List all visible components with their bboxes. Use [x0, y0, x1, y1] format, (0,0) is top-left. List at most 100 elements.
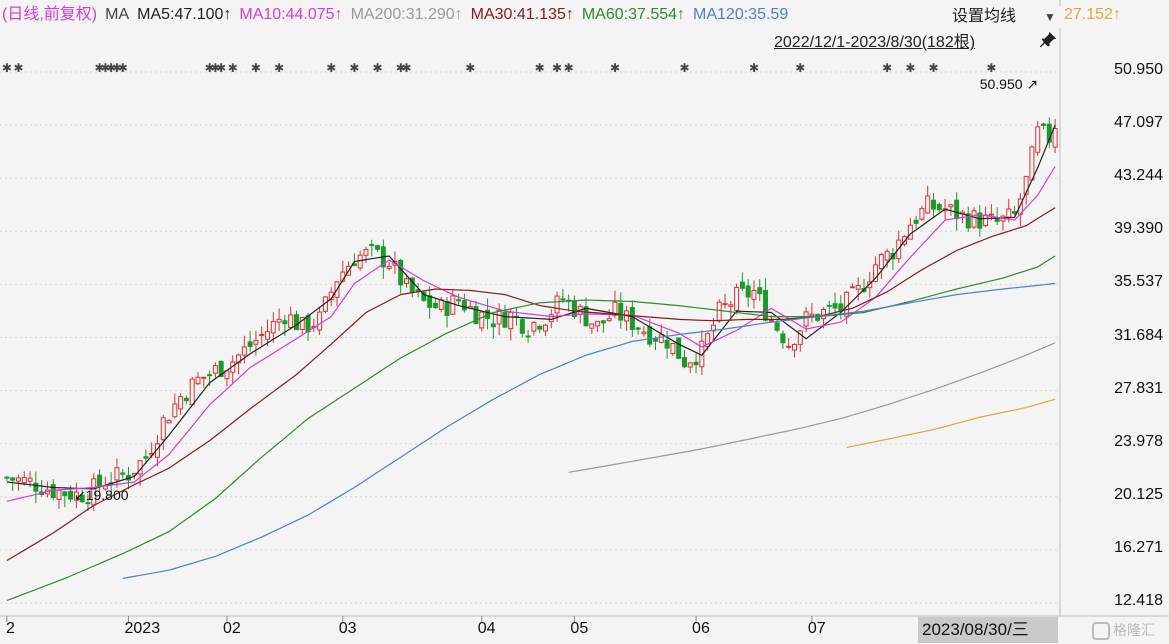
candle-body-160	[930, 199, 936, 210]
candle-body-146	[849, 286, 855, 289]
price-annotation: 50.950 ↗	[979, 76, 1039, 92]
candle-body-76	[444, 300, 450, 316]
cursor-date-badge: 2023/08/30/三	[918, 617, 1058, 643]
y-tick-label: 27.831	[1114, 379, 1163, 397]
stock-chart[interactable]: ✱ ✱ ✱ ✱ ✱ ✱ ✱ ✱ ✱ ✱ ✱ ✱ ✱ ✱ ✱ ✱ ✱ ✱ ✱ ✱ ✱ ✱ ✱ ✱ ✱ ✱ ✱ ✱ ✱ ✱ (日线,前复权) M…	[0, 0, 1169, 644]
candle-body-163	[948, 204, 954, 208]
candle-body-50	[293, 314, 299, 331]
candle-body-92	[537, 325, 543, 330]
candle-body-33	[195, 376, 201, 385]
ma200-line	[568, 342, 1056, 473]
candle-body-41	[241, 346, 247, 356]
candle-body-9	[56, 489, 62, 500]
candle-body-169	[983, 214, 989, 226]
candle-body-66	[386, 265, 392, 269]
candle-body-64	[375, 245, 381, 250]
candle-body-102	[595, 320, 601, 327]
chart-canvas[interactable]: ✱ ✱ ✱✱✱✱✱ ✱✱✱ ✱ ✱ ✱ ✱ ✱ ✱ ✱✱ ✱ ✱ ✱ ✱ ✱ ✱ ✱ ✱ ✱ ✱ ✱ ✱	[0, 0, 1169, 644]
date-range-text: 2022/12/1-2023/8/30(182根)	[774, 34, 976, 51]
candle-body-49	[288, 314, 294, 329]
event-marker-14: ✱	[349, 61, 359, 75]
candle-body-36	[212, 365, 218, 374]
y-tick-label: 12.418	[1114, 592, 1163, 609]
candle-body-84	[490, 323, 496, 328]
candle-body-144	[838, 303, 844, 312]
candle-body-61	[357, 254, 363, 269]
legend-ma30: MA30:41.135↑	[470, 6, 574, 23]
ma250-line	[846, 398, 1056, 449]
pin-icon[interactable]	[1040, 31, 1058, 49]
candle-body-3	[21, 476, 27, 484]
candle-body-5	[33, 482, 39, 492]
event-marker-23: ✱	[679, 61, 689, 75]
candle-body-134	[780, 333, 786, 344]
candle-body-142	[826, 304, 832, 307]
event-marker-27: ✱	[905, 61, 915, 75]
candle-body-85	[496, 309, 502, 325]
event-marker-17: ✱	[401, 61, 411, 75]
y-tick-label: 23.978	[1114, 432, 1163, 450]
ma30-line	[6, 207, 1056, 562]
candle-body-123	[716, 301, 722, 322]
candle-body-112	[653, 338, 659, 342]
date-range-label[interactable]: 2022/12/1-2023/8/30(182根)	[774, 32, 975, 54]
y-tick-label: 50.950	[1114, 61, 1163, 78]
ma120-line	[122, 282, 1056, 579]
candle-body-52	[305, 315, 311, 333]
candle-body-75	[438, 299, 444, 310]
y-tick-label: 31.684	[1114, 326, 1163, 344]
candle-body-132	[768, 319, 774, 322]
candle-body-141	[820, 308, 826, 320]
candle-body-178	[1035, 126, 1041, 153]
candle-body-161	[936, 203, 942, 211]
candle-body-34	[201, 376, 207, 379]
candle-body-87	[508, 311, 514, 330]
candle-body-130	[757, 287, 763, 295]
y-tick-label: 43.244	[1114, 167, 1163, 185]
candle-body-174	[1012, 211, 1018, 214]
event-marker-18: ✱	[465, 61, 475, 75]
event-marker-12: ✱	[274, 61, 284, 75]
legend-prefix: (日线,前复权)	[2, 6, 98, 23]
event-marker-20: ✱	[552, 61, 562, 75]
legend-ma10: MA10:44.075↑	[239, 6, 343, 23]
candle-body-44	[259, 333, 265, 336]
legend-ma5: MA5:47.100↑	[137, 6, 232, 23]
candle-body-90	[525, 335, 531, 338]
candle-body-78	[456, 299, 462, 302]
candle-body-2	[15, 477, 21, 482]
candle-body-28	[166, 419, 172, 424]
candle-body-24	[143, 456, 149, 459]
ma-settings-button[interactable]: 设置均线 ▼	[952, 6, 1062, 28]
y-tick-label: 35.537	[1114, 273, 1163, 291]
candle-body-143	[832, 303, 838, 309]
candle-body-118	[687, 362, 693, 368]
event-marker-28: ✱	[928, 61, 938, 75]
event-marker-11: ✱	[251, 61, 261, 75]
candle-body-96	[560, 298, 566, 301]
ma10-line	[6, 166, 1056, 502]
candle-body-91	[531, 321, 537, 332]
candle-body-62	[363, 248, 369, 256]
x-tick-label: 02	[222, 620, 241, 637]
candle-body-29	[172, 403, 178, 418]
candle-body-108	[629, 307, 635, 330]
candle-body-4	[27, 477, 33, 482]
candle-body-16	[97, 474, 103, 487]
candle-body-82	[479, 311, 485, 329]
event-marker-24: ✱	[749, 61, 759, 75]
candle-body-124	[722, 303, 728, 306]
event-marker-9: ✱	[216, 61, 226, 75]
candle-body-158	[919, 207, 925, 220]
ma-legend: (日线,前复权) MA MA5:47.100↑ MA10:44.075↑ MA200:3…	[2, 4, 952, 26]
event-marker-22: ✱	[610, 61, 620, 75]
candle-body-86	[502, 311, 508, 328]
candle-body-42	[247, 341, 253, 347]
x-tick-label: 06	[692, 620, 710, 637]
x-tick-label: 05	[570, 620, 589, 637]
candle-body-164	[954, 199, 960, 220]
candle-body-45	[265, 331, 270, 340]
candle-body-139	[809, 313, 815, 317]
candle-body-77	[450, 295, 456, 315]
ma250-legend: 27.152↑	[1064, 4, 1164, 26]
